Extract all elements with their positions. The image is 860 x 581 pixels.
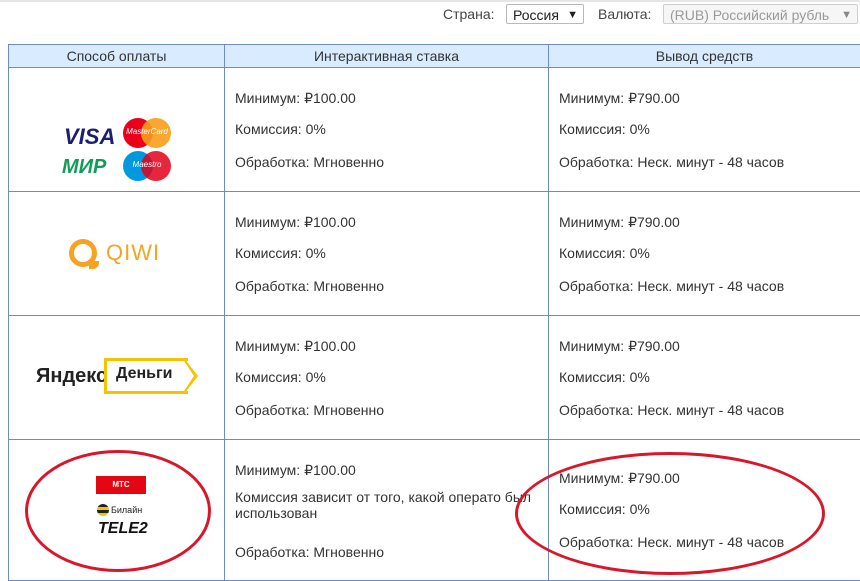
dengi-logo: Деньги: [116, 365, 173, 383]
country-select-value: Россия: [513, 7, 559, 23]
filter-bar: Страна: Россия ▼ Валюта: (RUB) Российски…: [0, 0, 860, 40]
header-interactive-bet: Интерактивная ставка: [225, 45, 549, 68]
header-withdrawal: Вывод средств: [549, 45, 860, 68]
withdrawal-fee: Комиссия: 0%: [559, 245, 650, 261]
highlight-oval-withdrawal: [515, 452, 825, 575]
withdrawal-processing: Обработка: Неск. минут - 48 часов: [559, 278, 784, 294]
table-row: VISA MasterCard МИР Maestro Минимум: ₽10…: [9, 68, 860, 192]
bet-fee: Комиссия: 0%: [235, 369, 326, 385]
table-row: QIWI Минимум: ₽100.00 Комиссия: 0% Обраб…: [9, 192, 860, 316]
bet-minimum: Минимум: ₽100.00: [235, 338, 356, 355]
withdrawal-processing: Обработка: Неск. минут - 48 часов: [559, 402, 784, 418]
withdrawal-minimum: Минимум: ₽790.00: [559, 214, 680, 231]
qiwi-logo: QIWI: [106, 240, 160, 266]
yandex-logo: Яндекс: [36, 365, 107, 388]
bet-info-cell: Минимум: ₽100.00 Комиссия: 0% Обработка:…: [225, 192, 549, 316]
bet-processing: Обработка: Мгновенно: [235, 278, 384, 294]
mastercard-logo: MasterCard: [123, 118, 173, 148]
dropdown-arrow-icon: ▼: [841, 5, 852, 25]
bet-minimum: Минимум: ₽100.00: [235, 90, 356, 107]
bet-processing: Обработка: Мгновенно: [235, 402, 384, 418]
bet-processing: Обработка: Мгновенно: [235, 544, 384, 560]
bet-fee: Комиссия зависит от того, какой операто …: [235, 489, 535, 521]
payment-logo-cell: Яндекс Деньги: [9, 316, 225, 440]
country-select[interactable]: Россия ▼: [506, 4, 584, 24]
top-divider: [0, 0, 860, 2]
withdrawal-fee: Комиссия: 0%: [559, 121, 650, 137]
country-label: Страна:: [443, 6, 495, 22]
withdrawal-processing: Обработка: Неск. минут - 48 часов: [559, 154, 784, 170]
currency-label: Валюта:: [598, 6, 651, 22]
header-payment-method: Способ оплаты: [9, 45, 225, 68]
visa-logo: VISA: [64, 124, 115, 150]
bet-minimum: Минимум: ₽100.00: [235, 462, 356, 479]
highlight-oval-methods: [25, 450, 211, 572]
bet-fee: Комиссия: 0%: [235, 121, 326, 137]
table-row: Яндекс Деньги Минимум: ₽100.00 Комиссия:…: [9, 316, 860, 440]
withdrawal-info-cell: Минимум: ₽790.00 Комиссия: 0% Обработка:…: [549, 192, 860, 316]
payment-logo-cell: QIWI: [9, 192, 225, 316]
mir-logo: МИР: [62, 156, 106, 179]
maestro-logo: Maestro: [123, 151, 173, 181]
bet-minimum: Минимум: ₽100.00: [235, 214, 356, 231]
table-header-row: Способ оплаты Интерактивная ставка Вывод…: [9, 45, 860, 68]
bet-processing: Обработка: Мгновенно: [235, 154, 384, 170]
qiwi-icon: [69, 239, 97, 267]
withdrawal-minimum: Минимум: ₽790.00: [559, 90, 680, 107]
bet-info-cell: Минимум: ₽100.00 Комиссия: 0% Обработка:…: [225, 68, 549, 192]
withdrawal-info-cell: Минимум: ₽790.00 Комиссия: 0% Обработка:…: [549, 68, 860, 192]
payment-logo-cell: VISA MasterCard МИР Maestro: [9, 68, 225, 192]
bet-info-cell: Минимум: ₽100.00 Комиссия: 0% Обработка:…: [225, 316, 549, 440]
currency-select[interactable]: (RUB) Российский рубль ▼: [663, 4, 858, 24]
bet-info-cell: Минимум: ₽100.00 Комиссия зависит от тог…: [225, 440, 549, 581]
withdrawal-minimum: Минимум: ₽790.00: [559, 338, 680, 355]
currency-select-value: (RUB) Российский рубль: [670, 7, 829, 23]
bet-fee: Комиссия: 0%: [235, 245, 326, 261]
withdrawal-info-cell: Минимум: ₽790.00 Комиссия: 0% Обработка:…: [549, 316, 860, 440]
dropdown-arrow-icon: ▼: [567, 5, 578, 25]
withdrawal-fee: Комиссия: 0%: [559, 369, 650, 385]
